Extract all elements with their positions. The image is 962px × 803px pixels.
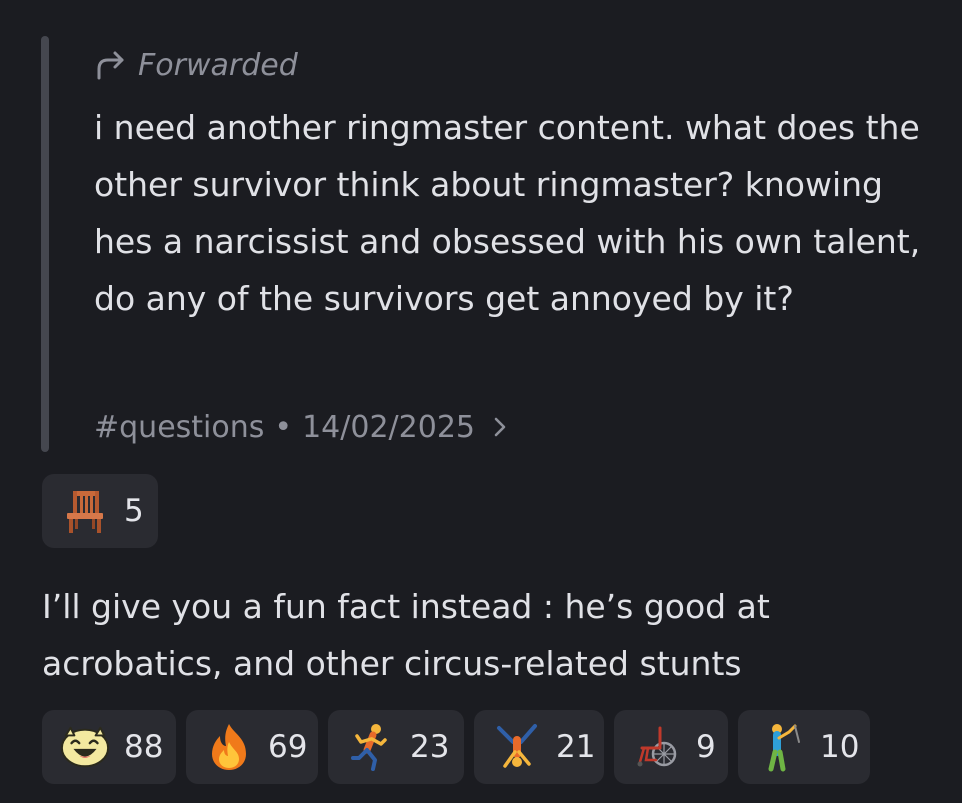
- reaction-count: 21: [556, 729, 596, 765]
- reaction-chair[interactable]: 5: [42, 474, 158, 548]
- reaction-cartwheel[interactable]: 21: [474, 710, 604, 784]
- reaction-count: 23: [410, 729, 450, 765]
- reaction-happy[interactable]: 88: [42, 710, 176, 784]
- reaction-fire[interactable]: 69: [186, 710, 318, 784]
- reaction-count: 5: [124, 493, 144, 529]
- reaction-count: 69: [268, 729, 308, 765]
- fire-emoji: [204, 722, 254, 772]
- golfer-emoji: [756, 722, 806, 772]
- reply-message-text: I’ll give you a fun fact instead : he’s …: [42, 587, 770, 683]
- forwarded-header: Forwarded: [94, 43, 298, 87]
- reaction-count: 10: [820, 729, 860, 765]
- reaction-wheelchair[interactable]: 9: [614, 710, 728, 784]
- chair-emoji: [60, 486, 110, 536]
- happy-custom-emoji: [60, 722, 110, 772]
- reaction-count: 9: [696, 729, 716, 765]
- cartwheel-person-emoji: [492, 722, 542, 772]
- forward-arrow-icon: [94, 50, 128, 80]
- forward-quote-bar: [41, 36, 49, 452]
- running-person-emoji: [346, 722, 396, 772]
- forwarded-label: Forwarded: [138, 47, 298, 83]
- chevron-right-icon[interactable]: [493, 416, 507, 438]
- reaction-count: 88: [124, 729, 164, 765]
- meta-separator: •: [274, 409, 293, 445]
- forwarded-message-text: i need another ringmaster content. what …: [94, 108, 921, 318]
- reaction-running[interactable]: 23: [328, 710, 464, 784]
- channel-name[interactable]: #questions: [94, 410, 264, 445]
- wheelchair-emoji: [632, 722, 682, 772]
- forwarded-source-link[interactable]: #questions • 14/02/2025: [94, 405, 507, 449]
- forwarded-date: 14/02/2025: [302, 409, 476, 445]
- reaction-golfer[interactable]: 10: [738, 710, 870, 784]
